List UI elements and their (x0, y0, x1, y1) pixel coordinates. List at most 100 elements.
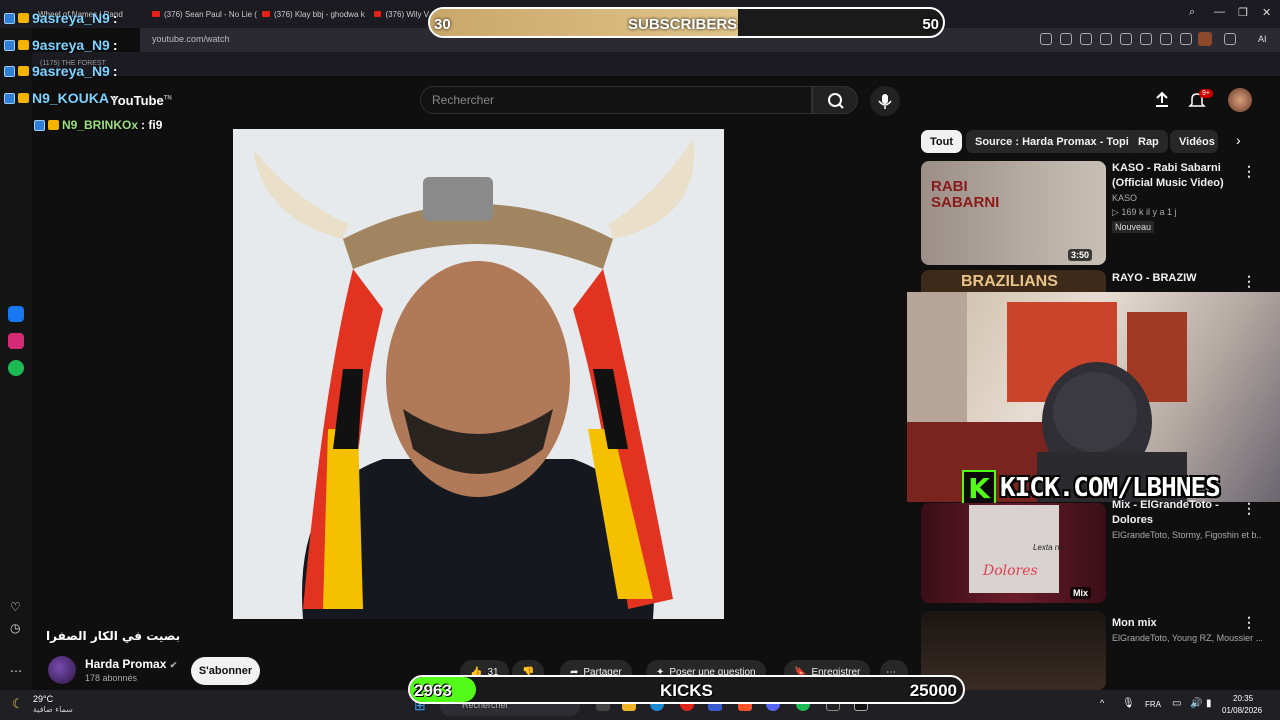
kicks-target: 25000 (909, 681, 957, 700)
mod-badge-icon (34, 119, 45, 131)
restore-icon[interactable]: ❐ (1238, 6, 1248, 19)
download-icon[interactable] (1160, 33, 1172, 45)
messenger-icon[interactable] (8, 306, 24, 322)
play-icon[interactable] (1120, 33, 1132, 45)
kicks-goal-bar: 2963 KICKS 25000 (408, 675, 965, 704)
clock-date[interactable]: 01/08/2026 (1222, 706, 1262, 715)
chat-message: 9asreya_N9: (4, 63, 118, 79)
shield-icon[interactable] (1100, 33, 1112, 45)
history-icon[interactable]: ◷ (10, 621, 20, 635)
channel-avatar[interactable] (48, 656, 76, 684)
crown-badge-icon (18, 66, 29, 76)
new-badge: Nouveau (1112, 221, 1155, 233)
tray-chevron-icon[interactable]: ^ (1100, 698, 1104, 708)
minimize-icon[interactable]: — (1214, 6, 1225, 18)
chip-videos[interactable]: Vidéos s (1170, 130, 1218, 153)
avatar[interactable] (1228, 88, 1252, 112)
battery-icon[interactable]: ▮ (1206, 698, 1212, 709)
volume-icon[interactable]: 🔊 (1190, 698, 1202, 709)
browser-tab[interactable]: (376) Klay bbj - ghodwa k (262, 4, 367, 24)
verified-icon: ✔ (169, 660, 178, 670)
chat-text: : (112, 90, 117, 106)
more-icon[interactable]: ⋯ (10, 664, 22, 678)
rec-title[interactable]: KASO - Rabi Sabarni (Official Music Vide… (1112, 161, 1242, 191)
video-title: بصيت في الكار الصفرا (46, 629, 181, 643)
weather-moon-icon[interactable]: ☾ (12, 696, 24, 712)
crown-badge-icon (18, 93, 29, 103)
browser-tab[interactable]: (376) Sean Paul - No Lie ( (152, 4, 257, 24)
search-placeholder: Rechercher (432, 93, 495, 107)
kicks-label: KICKS (660, 681, 713, 700)
video-player[interactable] (233, 129, 724, 619)
chip-source[interactable]: Source : Harda Promax - Topic (966, 130, 1144, 153)
crown-badge-icon (18, 13, 29, 23)
subscribe-button[interactable]: S'abonner (191, 657, 260, 685)
search-icon[interactable]: ⌕ (1189, 6, 1195, 19)
browser-tab[interactable]: (376) Wily V (374, 4, 429, 24)
chat-username: 9asreya_N9 (32, 10, 110, 26)
search-button[interactable] (812, 86, 858, 114)
ai-button[interactable]: AI (1258, 34, 1267, 44)
chat-message: N9_BRINKOx: fi9 (34, 118, 162, 132)
chat-message: 9asreya_N9: (4, 10, 118, 26)
subscribers-current: 30 (434, 16, 451, 33)
rec-channel[interactable]: ElGrandeToto, Stormy, Figoshin et b... (1112, 530, 1262, 540)
zoom-icon[interactable] (1040, 33, 1052, 45)
mix-badge: Mix (1070, 587, 1092, 599)
more-options-icon[interactable]: ⋮ (1242, 273, 1256, 290)
voice-search-button[interactable] (870, 86, 900, 116)
mic-tray-icon[interactable]: 🎙 (1122, 698, 1135, 709)
chat-text: : (112, 63, 118, 79)
subscribers-label: SUBSCRIBERS (628, 16, 738, 33)
notification-badge: 9+ (1199, 89, 1213, 98)
clock-time[interactable]: 20:35 (1233, 694, 1253, 703)
url-text[interactable]: youtube.com/watch (152, 34, 230, 44)
rec-title[interactable]: Mon mix (1112, 616, 1157, 631)
spotify-icon[interactable] (8, 360, 24, 376)
chevron-right-icon[interactable]: › (1236, 132, 1241, 148)
camera-icon[interactable] (1080, 33, 1092, 45)
more-options-icon[interactable]: ⋮ (1242, 614, 1256, 631)
channel-name[interactable]: Harda Promax ✔ (85, 657, 177, 671)
rec-channel[interactable]: ElGrandeToto, Young RZ, Moussier ... (1112, 633, 1262, 643)
heart-icon[interactable] (1140, 33, 1152, 45)
youtube-logo[interactable]: YouTubeTN (110, 93, 172, 108)
instagram-icon[interactable] (8, 333, 24, 349)
crown-badge-icon (18, 40, 29, 50)
chat-message: N9_KOUKA: (4, 90, 117, 106)
mod-badge-icon (4, 65, 15, 77)
channel-subscribers: 178 abonnés (85, 673, 138, 683)
language-indicator[interactable]: FRA (1145, 700, 1161, 709)
weather-temp[interactable]: 29°C (33, 694, 53, 704)
more-options-icon[interactable]: ⋮ (1242, 163, 1256, 180)
mod-badge-icon (4, 39, 15, 51)
rec-channel[interactable]: KASO (1112, 193, 1137, 203)
network-icon[interactable]: ▭ (1172, 698, 1181, 709)
mod-badge-icon (4, 92, 15, 104)
edit-icon[interactable] (1060, 33, 1072, 45)
channel-name-text: Harda Promax (85, 657, 167, 671)
subscribers-goal-bar: 30 SUBSCRIBERS 50 (428, 7, 945, 38)
cube-icon[interactable] (1224, 33, 1236, 45)
weather-desc: سماء صافية (33, 705, 73, 714)
bookmarks-bar (0, 52, 1280, 76)
browser-sidebar (0, 28, 32, 690)
upload-icon[interactable] (1153, 91, 1171, 109)
chat-text: : fi9 (141, 118, 163, 132)
menu-icon[interactable] (1180, 33, 1192, 45)
tab-title: (376) Wily V (385, 9, 429, 19)
video-thumbnail[interactable]: BRAZILIANS (921, 270, 1106, 292)
close-icon[interactable]: ✕ (1262, 6, 1271, 19)
kick-logo-icon: K (962, 470, 996, 506)
rec-title[interactable]: RAYO - BRAZIW (1112, 271, 1197, 286)
heart-icon[interactable]: ♡ (10, 600, 21, 614)
chip-rap[interactable]: Rap (1129, 130, 1168, 153)
crown-badge-icon (48, 120, 59, 130)
chip-all[interactable]: Tout (921, 130, 963, 153)
duration-badge: 3:50 (1068, 249, 1093, 261)
rec-title[interactable]: Mix - ElGrandeToto - Dolores (1112, 498, 1222, 528)
thumbnail-subtext: Lexta rm (1033, 543, 1065, 552)
more-options-icon[interactable]: ⋮ (1242, 500, 1256, 517)
extension-icon[interactable] (1198, 32, 1212, 46)
chat-message: 9asreya_N9: (4, 37, 118, 53)
